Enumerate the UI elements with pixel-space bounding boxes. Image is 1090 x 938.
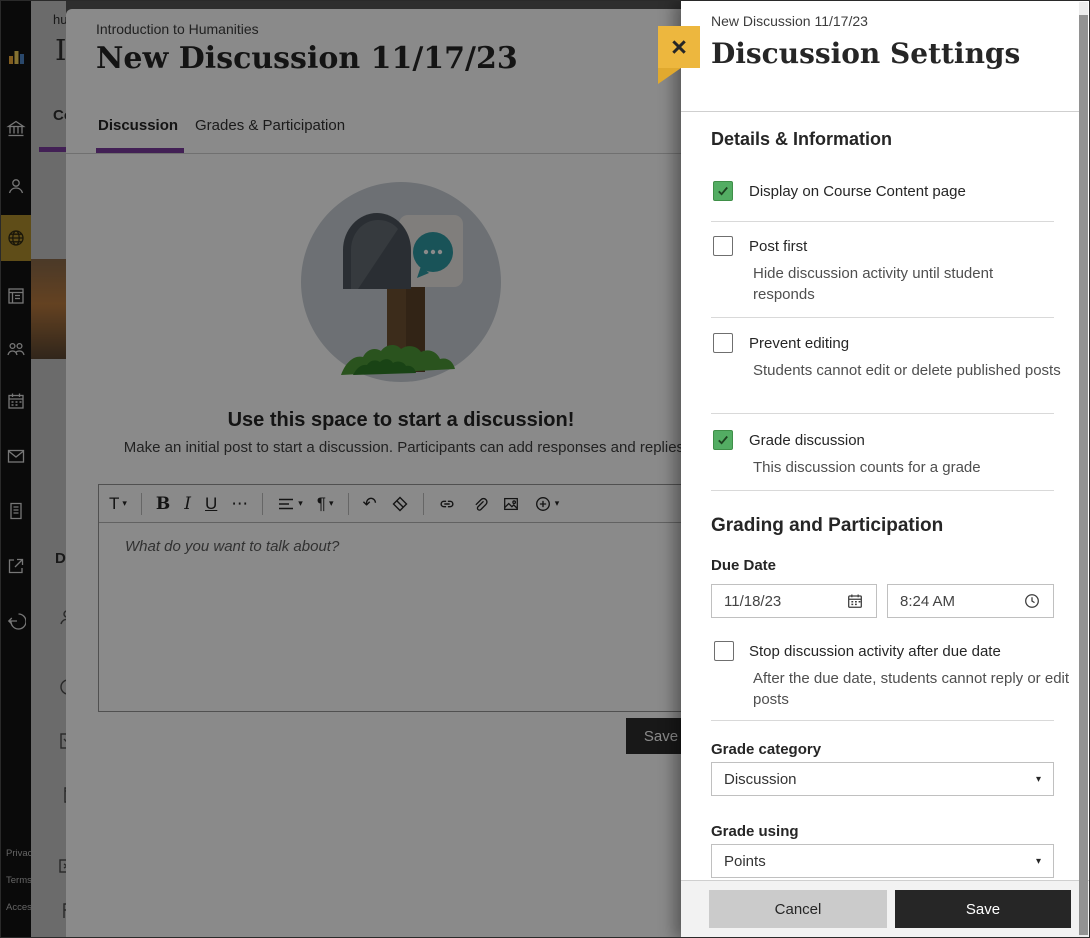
row-subtext: Hide discussion activity until student r… [753,263,1048,306]
vertical-scrollbar[interactable] [1079,2,1088,938]
grade-using-select[interactable]: Points ▾ [711,844,1054,878]
row-subtext: After the due date, students cannot repl… [753,668,1088,711]
row-label: Stop discussion activity after due date [749,643,1001,660]
checkbox-stop-after-due-date[interactable] [714,641,734,661]
row-divider [711,413,1054,414]
checkbox-post-first[interactable] [713,236,733,256]
settings-footer: Cancel Save [681,880,1090,938]
row-subtext: Students cannot edit or delete published… [753,360,1063,381]
modal-dim-overlay[interactable] [1,1,681,937]
settings-title: Discussion Settings [711,37,1020,70]
row-divider [711,317,1054,318]
due-date-value: 11/18/23 [724,593,781,610]
close-panel-button[interactable]: × [658,26,700,68]
close-button-tail [658,68,681,84]
checkbox-prevent-editing[interactable] [713,333,733,353]
discussion-settings-panel: New Discussion 11/17/23 Discussion Setti… [681,1,1090,938]
caret-down-icon: ▾ [1036,774,1041,785]
header-divider [681,111,1079,112]
clock-icon[interactable] [1023,592,1041,610]
due-time-input[interactable]: 8:24 AM [887,584,1054,618]
calendar-icon[interactable] [846,592,864,610]
grade-using-value: Points [724,853,766,870]
cancel-button[interactable]: Cancel [709,890,887,928]
check-icon [716,184,730,198]
scrollbar-thumb[interactable] [1079,15,1088,935]
row-label: Post first [749,238,807,255]
row-divider [711,221,1054,222]
checkbox-grade-discussion[interactable] [713,430,733,450]
grade-category-label: Grade category [711,741,821,758]
row-divider [711,720,1054,721]
screen: Privacy Terms Accessibility hu I Co D In… [0,0,1090,938]
due-date-input[interactable]: 11/18/23 [711,584,877,618]
due-time-value: 8:24 AM [900,593,955,610]
check-icon [716,433,730,447]
section-details-information: Details & Information [711,129,892,150]
save-button[interactable]: Save [895,890,1071,928]
close-icon: × [671,32,687,63]
row-label: Prevent editing [749,335,849,352]
settings-context-title: New Discussion 11/17/23 [711,13,868,29]
checkbox-display-on-course-content[interactable] [713,181,733,201]
due-date-label: Due Date [711,557,776,574]
caret-down-icon: ▾ [1036,856,1041,867]
row-label: Display on Course Content page [749,183,966,200]
row-divider [711,490,1054,491]
grade-using-label: Grade using [711,823,799,840]
grade-category-value: Discussion [724,771,797,788]
row-subtext: This discussion counts for a grade [753,457,1073,478]
row-label: Grade discussion [749,432,865,449]
section-grading-participation: Grading and Participation [711,515,943,537]
grade-category-select[interactable]: Discussion ▾ [711,762,1054,796]
